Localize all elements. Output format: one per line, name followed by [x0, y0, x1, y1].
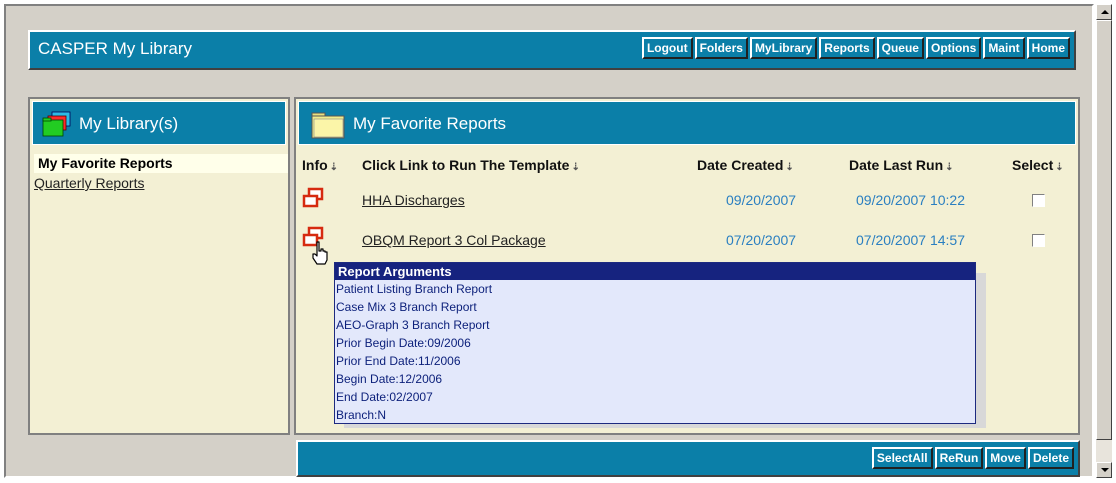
- select-checkbox[interactable]: [1032, 194, 1045, 207]
- options-button[interactable]: Options: [925, 37, 982, 59]
- app-header: CASPER My Library Logout Folders MyLibra…: [28, 30, 1076, 70]
- column-header-date-created[interactable]: Date Created ⇣: [697, 157, 794, 173]
- column-header-date-last-run[interactable]: Date Last Run ⇣: [849, 157, 954, 173]
- action-buttons: SelectAll ReRun Move Delete: [871, 447, 1074, 469]
- report-info-icon[interactable]: [302, 187, 324, 209]
- tooltip-line: Prior Begin Date:09/2006: [336, 336, 471, 350]
- select-all-button[interactable]: SelectAll: [871, 447, 933, 469]
- date-last-run: 09/20/2007 10:22: [856, 192, 965, 208]
- scroll-down-button[interactable]: [1096, 462, 1112, 478]
- queue-button[interactable]: Queue: [876, 37, 924, 59]
- column-header-date-created-label: Date Created: [697, 157, 784, 173]
- library-item-quarterly-reports[interactable]: Quarterly Reports: [34, 175, 144, 191]
- date-last-run: 07/20/2007 14:57: [856, 232, 965, 248]
- favorites-panel-title: My Favorite Reports: [353, 114, 507, 133]
- tooltip-line: Begin Date:12/2006: [336, 372, 443, 386]
- column-header-select-label: Select: [1012, 157, 1054, 173]
- rerun-button[interactable]: ReRun: [934, 447, 984, 469]
- column-header-template-label: Click Link to Run The Template: [362, 157, 570, 173]
- tooltip-line: Patient Listing Branch Report: [336, 282, 493, 296]
- report-link-hha-discharges[interactable]: HHA Discharges: [362, 192, 465, 208]
- date-created: 09/20/2007: [726, 192, 797, 208]
- library-folders-icon: [42, 111, 71, 137]
- scroll-thumb[interactable]: [1096, 20, 1112, 440]
- delete-button[interactable]: Delete: [1027, 447, 1074, 469]
- tooltip-title: Report Arguments: [335, 263, 975, 280]
- column-header-select[interactable]: Select ⇣: [1012, 157, 1064, 173]
- hand-cursor-icon: [312, 241, 328, 265]
- vertical-scrollbar[interactable]: [1096, 4, 1112, 478]
- tooltip-line: Case Mix 3 Branch Report: [336, 300, 477, 314]
- report-arguments-tooltip: Report Arguments Patient Listing Branch …: [334, 262, 976, 424]
- sort-icon[interactable]: ⇣: [330, 162, 338, 173]
- main-nav: Logout Folders MyLibrary Reports Queue O…: [641, 37, 1070, 59]
- select-checkbox[interactable]: [1032, 234, 1045, 247]
- sort-icon[interactable]: ⇣: [785, 162, 793, 173]
- favorites-panel-header: My Favorite Reports: [298, 101, 1076, 145]
- library-panel-title: My Library(s): [79, 114, 179, 133]
- column-header-info-label: Info: [302, 157, 328, 173]
- reports-button[interactable]: Reports: [819, 37, 875, 59]
- mylibrary-button[interactable]: MyLibrary: [749, 37, 818, 59]
- library-panel: My Library(s) My Favorite Reports Quarte…: [28, 97, 290, 435]
- library-panel-header: My Library(s): [32, 101, 286, 145]
- tooltip-line: Branch:N: [336, 408, 387, 422]
- library-item-my-favorite-reports[interactable]: My Favorite Reports: [34, 154, 288, 173]
- home-button[interactable]: Home: [1026, 37, 1070, 59]
- column-header-info[interactable]: Info ⇣: [302, 157, 338, 173]
- sort-icon[interactable]: ⇣: [945, 162, 953, 173]
- column-header-date-last-run-label: Date Last Run: [849, 157, 944, 173]
- sort-icon[interactable]: ⇣: [571, 162, 579, 173]
- tooltip-line: End Date:02/2007: [336, 390, 433, 404]
- maint-button[interactable]: Maint: [983, 37, 1025, 59]
- move-button[interactable]: Move: [985, 447, 1026, 469]
- column-header-template[interactable]: Click Link to Run The Template ⇣: [362, 157, 580, 173]
- tooltip-line: Prior End Date:11/2006: [336, 354, 461, 368]
- report-link-obqm-report[interactable]: OBQM Report 3 Col Package: [362, 232, 546, 248]
- scroll-up-button[interactable]: [1096, 4, 1112, 20]
- action-bar: SelectAll ReRun Move Delete: [296, 440, 1080, 477]
- date-created: 07/20/2007: [726, 232, 797, 248]
- logout-button[interactable]: Logout: [641, 37, 693, 59]
- app-title: CASPER My Library: [38, 39, 192, 58]
- folder-icon: [311, 112, 345, 139]
- sort-icon[interactable]: ⇣: [1055, 162, 1063, 173]
- folders-button[interactable]: Folders: [694, 37, 748, 59]
- tooltip-line: AEO-Graph 3 Branch Report: [336, 318, 490, 332]
